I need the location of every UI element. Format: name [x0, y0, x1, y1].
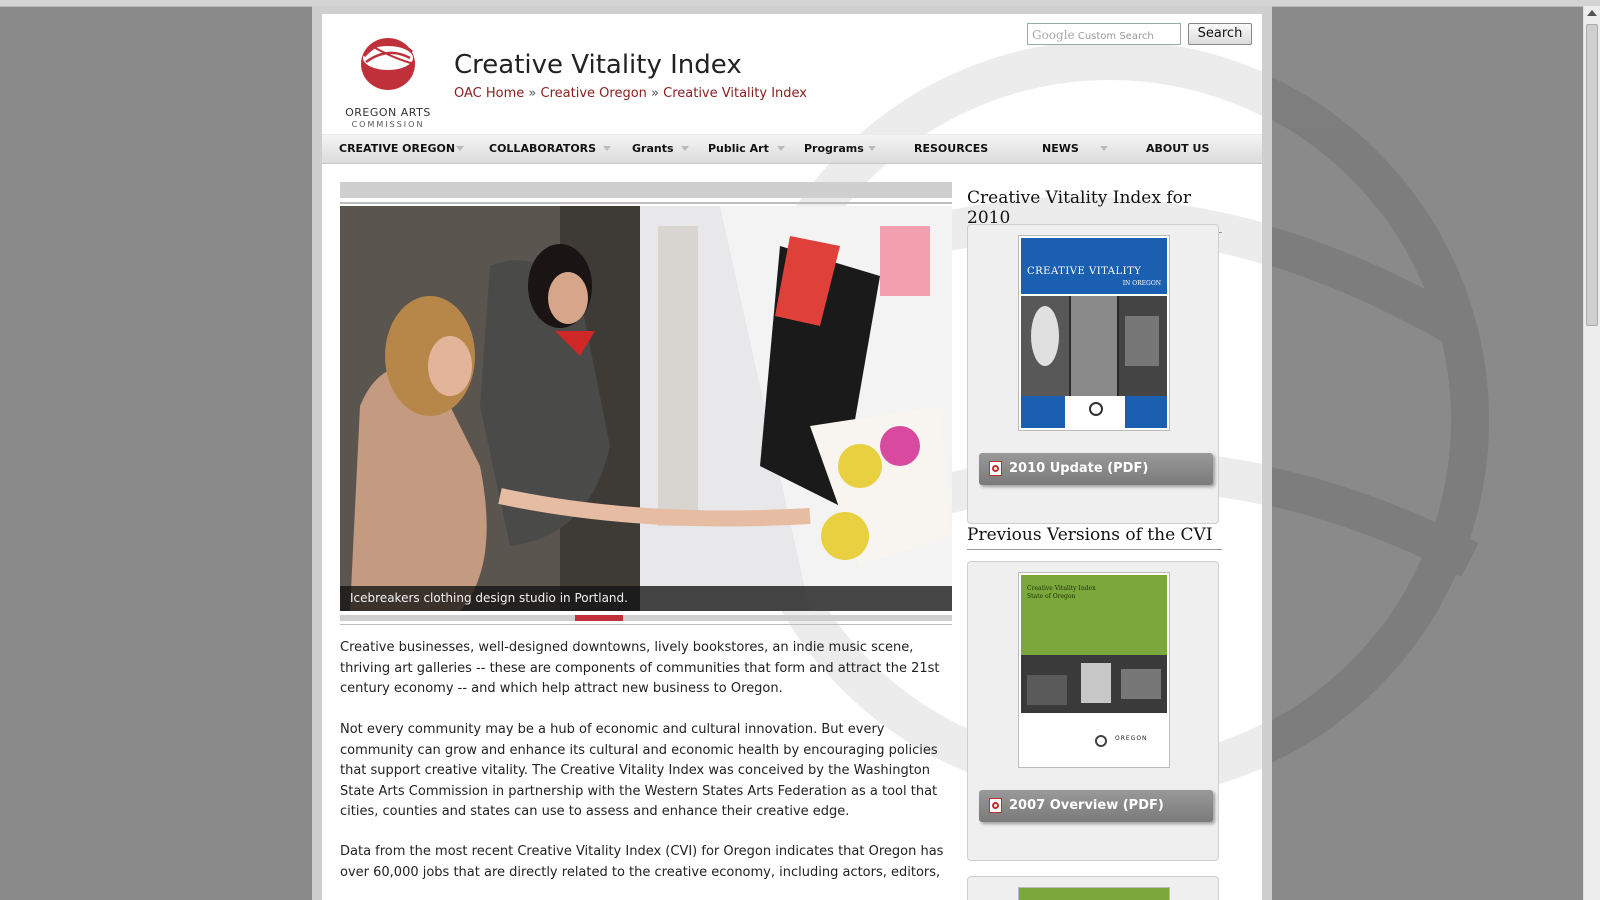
- chevron-down-icon: [777, 146, 785, 151]
- cvi-2010-cover-subtitle: IN OREGON: [1122, 280, 1161, 287]
- sidebar-heading-previous: Previous Versions of the CVI: [967, 525, 1222, 550]
- download-2010-update-pdf-button[interactable]: 2010 Update (PDF): [979, 453, 1213, 485]
- body-paragraph-2: Not every community may be a hub of econ…: [340, 722, 938, 819]
- search-input[interactable]: Google Custom Search: [1027, 23, 1181, 45]
- chevron-down-icon: [456, 146, 464, 151]
- breadcrumb-creative-oregon[interactable]: Creative Oregon: [541, 86, 647, 101]
- chevron-down-icon: [603, 146, 611, 151]
- page-title: Creative Vitality Index: [454, 50, 742, 80]
- download-2007-overview-pdf-button[interactable]: 2007 Overview (PDF): [979, 790, 1213, 822]
- breadcrumb-oac-home[interactable]: OAC Home: [454, 86, 524, 101]
- pdf-icon: [989, 461, 1002, 476]
- logo-text-line1: OREGON ARTS: [345, 106, 431, 119]
- cvi-2010-box: CREATIVE VITALITY IN OREGON 2010 Update …: [967, 224, 1219, 524]
- slideshow-image[interactable]: Icebreakers clothing design studio in Po…: [340, 206, 952, 611]
- nav-public-art[interactable]: Public Art: [708, 135, 769, 163]
- cvi-older-box: [967, 876, 1219, 900]
- main-nav: CREATIVE OREGON COLLABORATORS Grants Pub…: [322, 134, 1262, 164]
- oac-logo-icon: [361, 38, 415, 90]
- cvi-older-cover[interactable]: [1018, 887, 1170, 900]
- vertical-scrollbar[interactable]: [1583, 6, 1600, 900]
- body-paragraph-1: Creative businesses, well-designed downt…: [340, 640, 940, 696]
- oac-logo[interactable]: OREGON ARTS COMMISSION: [342, 28, 434, 132]
- nav-about-us[interactable]: ABOUT US: [1146, 135, 1209, 163]
- cvi-2010-cover-title: CREATIVE VITALITY: [1027, 266, 1142, 277]
- download-2007-label: 2007 Overview (PDF): [1009, 798, 1164, 813]
- nav-creative-oregon[interactable]: CREATIVE OREGON: [339, 135, 455, 163]
- download-2010-label: 2010 Update (PDF): [1009, 461, 1149, 476]
- chevron-down-icon: [681, 146, 689, 151]
- slideshow-top-bar: [340, 182, 952, 198]
- slideshow-progress-track[interactable]: [340, 615, 952, 621]
- slideshow-divider: [340, 202, 952, 204]
- breadcrumb-separator: »: [528, 86, 541, 101]
- chevron-down-icon: [868, 146, 876, 151]
- cover-photo-image: [1021, 655, 1167, 713]
- pdf-icon: [989, 798, 1002, 813]
- cvi-2007-cover-subtitle: State of Oregon: [1027, 593, 1076, 600]
- breadcrumb: OAC Home » Creative Oregon » Creative Vi…: [454, 86, 807, 101]
- cvi-2007-cover-footer: OREGON: [1115, 735, 1148, 742]
- cvi-2010-cover[interactable]: CREATIVE VITALITY IN OREGON: [1018, 235, 1170, 431]
- page-content: OREGON ARTS COMMISSION Creative Vitality…: [322, 14, 1262, 900]
- studio-photo-illustration: [340, 206, 952, 611]
- logo-text-line2: COMMISSION: [351, 120, 425, 129]
- cvi-2007-cover-title: Creative Vitality Index: [1027, 585, 1096, 592]
- cvi-2007-cover[interactable]: Creative Vitality Index State of Oregon …: [1018, 572, 1170, 768]
- breadcrumb-creative-vitality-index[interactable]: Creative Vitality Index: [663, 86, 807, 101]
- nav-news[interactable]: NEWS: [1042, 135, 1079, 163]
- slideshow-divider: [340, 624, 952, 625]
- scroll-up-icon[interactable]: [1587, 10, 1597, 16]
- slideshow-active-indicator[interactable]: [575, 615, 623, 621]
- scrollbar-thumb[interactable]: [1586, 24, 1598, 326]
- body-paragraph-3: Data from the most recent Creative Vital…: [340, 844, 944, 880]
- nav-grants[interactable]: Grants: [632, 135, 674, 163]
- google-label: Google: [1032, 28, 1075, 42]
- chevron-down-icon: [1100, 146, 1108, 151]
- breadcrumb-separator: »: [651, 86, 664, 101]
- nav-collaborators[interactable]: COLLABORATORS: [489, 135, 596, 163]
- nav-programs[interactable]: Programs: [804, 135, 864, 163]
- cover-collage-image: [1021, 296, 1167, 396]
- slideshow-caption: Icebreakers clothing design studio in Po…: [340, 586, 952, 611]
- cvi-2007-box: Creative Vitality Index State of Oregon …: [967, 561, 1219, 861]
- search-button[interactable]: Search: [1188, 23, 1252, 45]
- search-placeholder: Custom Search: [1077, 31, 1154, 42]
- nav-resources[interactable]: RESOURCES: [914, 135, 988, 163]
